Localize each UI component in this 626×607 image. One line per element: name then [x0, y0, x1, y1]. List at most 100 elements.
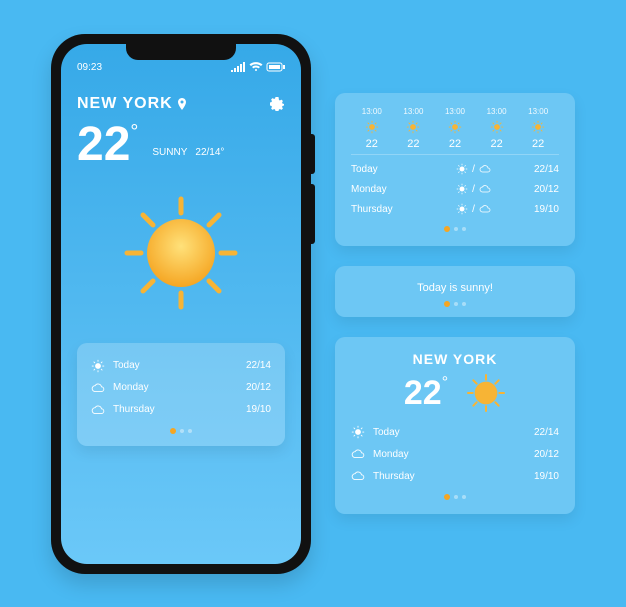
day-hilo: 20/12: [534, 449, 559, 460]
forecast-row[interactable]: Monday / 20/12: [351, 179, 559, 199]
dot-3[interactable]: [462, 302, 466, 306]
forecast-day: Monday: [113, 382, 149, 393]
hour-time: 13:00: [517, 107, 559, 116]
dot-3[interactable]: [462, 227, 466, 231]
forecast-day: Thursday: [113, 404, 155, 415]
location-pin-icon: [177, 98, 187, 110]
hour-time: 13:00: [434, 107, 476, 116]
location-row: NEW YORK: [77, 95, 285, 113]
page-dots[interactable]: [351, 495, 559, 500]
status-time: 09:23: [77, 62, 102, 73]
day-label: Today: [351, 164, 413, 175]
day-hilo: 22/14: [534, 427, 559, 438]
sun-icon: [490, 120, 504, 134]
page-dots[interactable]: [349, 302, 561, 307]
forecast-day: Today: [113, 360, 140, 371]
day-label: Thursday: [373, 471, 415, 482]
day-hilo: 19/10: [534, 471, 559, 482]
sun-icon: [466, 373, 506, 413]
cloud-icon: [91, 403, 105, 417]
wifi-icon: [249, 62, 263, 72]
forecast-hilo: 22/14: [246, 360, 271, 371]
forecast-row[interactable]: Today / 22/14: [351, 159, 559, 179]
day-hilo: 20/12: [534, 184, 559, 195]
forecast-row[interactable]: Thursday / 19/10: [351, 199, 559, 219]
dot-1[interactable]: [444, 226, 450, 232]
dot-1[interactable]: [444, 494, 450, 500]
sun-icon: [448, 120, 462, 134]
dot-2[interactable]: [454, 227, 458, 231]
cloud-icon: [479, 203, 491, 215]
current-temp: 22°: [77, 121, 138, 169]
hour-time: 13:00: [476, 107, 518, 116]
degree-symbol: °: [442, 374, 448, 391]
dot-3[interactable]: [462, 495, 466, 499]
widget-temp-value: 22: [404, 374, 442, 412]
slash: /: [472, 164, 475, 175]
temp-value: 22: [77, 118, 130, 171]
status-icons: [231, 62, 285, 72]
widget-city-name: NEW YORK: [351, 351, 559, 367]
hour-column[interactable]: 13:00 22: [476, 107, 518, 150]
day-label: Today: [373, 427, 400, 438]
divider: [351, 154, 559, 155]
hour-column[interactable]: 13:00 22: [351, 107, 393, 150]
phone-frame: 09:23 NEW YORK 22° SUNNY 22/14°: [51, 34, 311, 574]
page-dots[interactable]: [351, 227, 559, 232]
forecast-hilo: 20/12: [246, 382, 271, 393]
hour-temp: 22: [393, 138, 435, 150]
sun-icon: [121, 193, 241, 313]
slash: /: [472, 184, 475, 195]
forecast-hilo: 19/10: [246, 404, 271, 415]
cloud-icon: [351, 447, 365, 461]
day-label: Thursday: [351, 204, 413, 215]
forecast-row[interactable]: Monday 20/12: [91, 377, 271, 399]
sun-icon: [406, 120, 420, 134]
sun-icon: [456, 183, 468, 195]
sun-icon: [351, 425, 365, 439]
degree-symbol: °: [130, 121, 138, 143]
temp-description: SUNNY 22/14°: [152, 147, 224, 158]
hourly-widget[interactable]: 13:00 22 13:00 22 13:00 22 13:00 22 13:0…: [335, 93, 575, 246]
forecast-row[interactable]: Monday 20/12: [351, 443, 559, 465]
temperature-row: 22° SUNNY 22/14°: [77, 121, 285, 169]
gear-icon[interactable]: [269, 96, 285, 112]
hero-weather-icon: [77, 193, 285, 313]
hour-column[interactable]: 13:00 22: [434, 107, 476, 150]
dot-1[interactable]: [444, 301, 450, 307]
forecast-row[interactable]: Today 22/14: [351, 421, 559, 443]
sun-icon: [91, 359, 105, 373]
hour-column[interactable]: 13:00 22: [517, 107, 559, 150]
sun-icon: [365, 120, 379, 134]
day-label: Monday: [373, 449, 409, 460]
hilo-text: 22/14°: [195, 147, 224, 158]
hour-time: 13:00: [351, 107, 393, 116]
forecast-row[interactable]: Today 22/14: [91, 355, 271, 377]
banner-widget[interactable]: Today is sunny!: [335, 266, 575, 317]
banner-text: Today is sunny!: [349, 282, 561, 294]
slash: /: [472, 204, 475, 215]
forecast-card[interactable]: Today 22/14 Monday 20/12 Thursday 19/10: [77, 343, 285, 446]
dot-2[interactable]: [180, 429, 184, 433]
dot-2[interactable]: [454, 302, 458, 306]
dot-1[interactable]: [170, 428, 176, 434]
phone-screen[interactable]: 09:23 NEW YORK 22° SUNNY 22/14°: [61, 44, 301, 564]
day-hilo: 19/10: [534, 204, 559, 215]
hour-temp: 22: [434, 138, 476, 150]
battery-icon: [267, 62, 285, 72]
city-label[interactable]: NEW YORK: [77, 95, 187, 113]
page-dots[interactable]: [91, 429, 271, 434]
dot-3[interactable]: [188, 429, 192, 433]
day-hilo: 22/14: [534, 164, 559, 175]
widgets-column: 13:00 22 13:00 22 13:00 22 13:00 22 13:0…: [335, 93, 575, 514]
hour-column[interactable]: 13:00 22: [393, 107, 435, 150]
forecast-row[interactable]: Thursday 19/10: [91, 399, 271, 421]
city-widget[interactable]: NEW YORK 22° Today 22/14 Monday 20/12 Th…: [335, 337, 575, 514]
signal-icon: [231, 62, 245, 72]
cloud-icon: [351, 469, 365, 483]
dot-2[interactable]: [454, 495, 458, 499]
hour-time: 13:00: [393, 107, 435, 116]
widget-temp: 22°: [404, 374, 448, 413]
forecast-row[interactable]: Thursday 19/10: [351, 465, 559, 487]
status-bar: 09:23: [77, 62, 285, 73]
